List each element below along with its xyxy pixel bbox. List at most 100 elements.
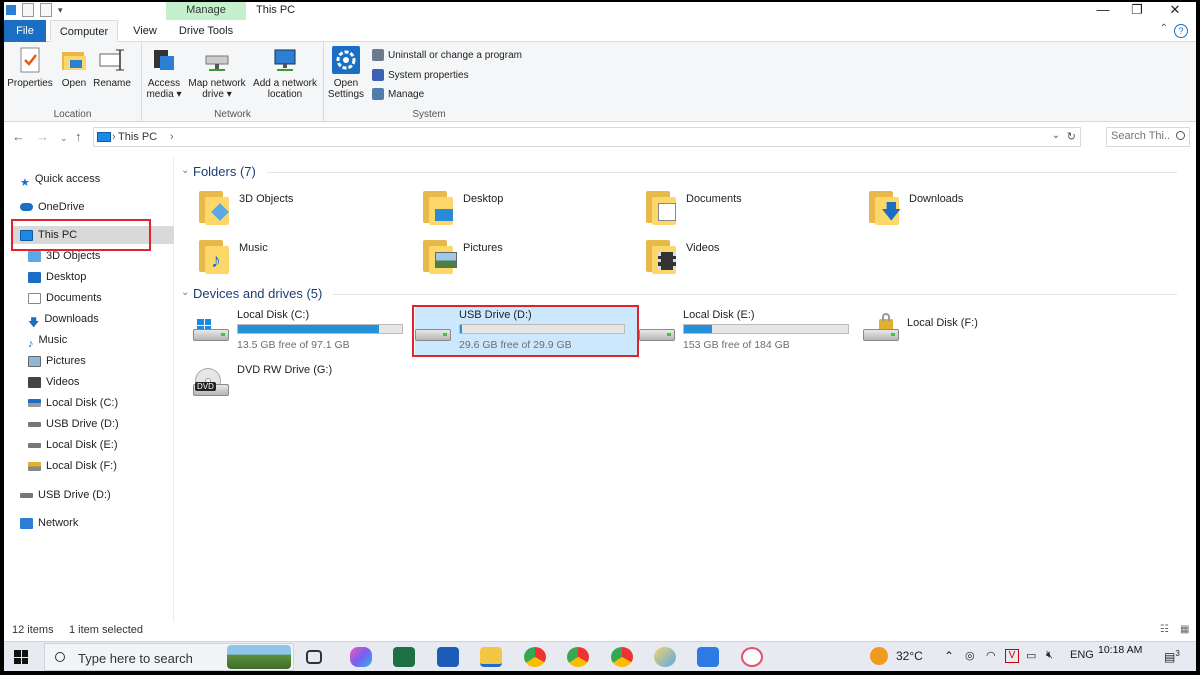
tab-computer[interactable]: Computer [50, 20, 118, 42]
tab-drive-tools[interactable]: Drive Tools [168, 20, 244, 42]
nav-local-disk-e[interactable]: Local Disk (E:) [28, 436, 118, 454]
rename-button[interactable]: Rename [92, 46, 132, 89]
word-icon[interactable] [437, 647, 459, 667]
nav-pictures[interactable]: Pictures [28, 352, 86, 370]
nav-local-disk-c[interactable]: Local Disk (C:) [28, 394, 118, 412]
drive-local-disk-e[interactable]: Local Disk (E:) 153 GB free of 184 GB [639, 307, 861, 355]
drive-dvd-g[interactable]: DVD DVD RW Drive (G:) [193, 362, 415, 410]
task-view-icon[interactable] [306, 650, 322, 664]
paint-icon[interactable] [654, 647, 676, 667]
nav-usb-drive-d[interactable]: USB Drive (D:) [28, 415, 119, 433]
folder-desktop[interactable]: Desktop [421, 187, 641, 231]
map-network-drive-button[interactable]: Map network drive ▾ [186, 46, 248, 100]
search-input[interactable] [1111, 130, 1171, 142]
search-icon[interactable] [1176, 131, 1185, 140]
properties-button[interactable]: Properties [6, 46, 54, 89]
chrome-profile-3-icon[interactable] [611, 647, 633, 667]
weather-temp[interactable]: 32°C [896, 649, 923, 663]
nav-local-disk-f[interactable]: Local Disk (F:) [28, 457, 117, 475]
selection-count: 1 item selected [69, 624, 143, 636]
drive-icon [28, 442, 41, 448]
folders-collapse-icon[interactable]: ⌄ [181, 165, 189, 176]
antivirus-icon[interactable]: V [1005, 649, 1019, 663]
address-bar[interactable]: › This PC › ⌄ ↻ [93, 127, 1081, 147]
drives-divider [333, 294, 1177, 295]
new-folder-qat-icon[interactable] [40, 3, 52, 17]
photos-icon[interactable] [697, 647, 719, 667]
manage-context-tab[interactable]: Manage [166, 2, 246, 20]
help-icon[interactable]: ? [1174, 24, 1188, 38]
nav-videos[interactable]: Videos [28, 373, 79, 391]
weather-icon[interactable] [870, 647, 888, 665]
large-icons-view-icon[interactable]: ▦ [1180, 624, 1189, 635]
show-hidden-icons-chevron-icon[interactable]: ⌃ [944, 649, 954, 663]
folder-3d-objects[interactable]: 3D Objects [197, 187, 417, 231]
recent-locations-chevron-icon[interactable]: ⌄ [60, 133, 68, 144]
drives-heading[interactable]: Devices and drives (5) [193, 286, 322, 301]
chrome-profile-1-icon[interactable] [524, 647, 546, 667]
drives-collapse-icon[interactable]: ⌄ [181, 287, 189, 298]
address-dropdown-icon[interactable]: ⌄ [1052, 130, 1060, 141]
windows-start-icon[interactable] [14, 650, 28, 664]
folder-documents[interactable]: Documents [644, 187, 864, 231]
chrome-profile-2-icon[interactable] [567, 647, 589, 667]
download-arrow-icon: 🡇 [28, 316, 40, 329]
restore-button[interactable]: ❐ [1120, 2, 1154, 20]
taskbar-search[interactable]: Type here to search [44, 643, 294, 671]
battery-icon[interactable]: ▭ [1026, 649, 1036, 662]
explorer-icon[interactable] [6, 5, 16, 15]
open-settings-button[interactable]: Open Settings [326, 46, 366, 100]
folder-music[interactable]: ♪ Music [197, 236, 417, 280]
search-box[interactable] [1106, 127, 1190, 147]
excel-icon[interactable] [393, 647, 415, 667]
breadcrumb-sep-icon[interactable]: › [170, 131, 174, 143]
breadcrumb-this-pc[interactable]: This PC [118, 131, 157, 143]
open-button[interactable]: Open [58, 46, 90, 89]
notifications-icon[interactable]: ▤3 [1164, 649, 1180, 664]
nav-music[interactable]: ♪ Music [28, 331, 67, 350]
back-arrow-icon[interactable]: ← [12, 129, 25, 144]
file-explorer-taskbar-icon[interactable] [480, 647, 502, 667]
details-view-icon[interactable]: ☷ [1160, 624, 1169, 635]
folder-downloads[interactable]: 🡇 Downloads [867, 187, 1087, 231]
collapse-ribbon-icon[interactable]: ⌃ [1160, 23, 1168, 34]
tab-view[interactable]: View [124, 20, 166, 42]
nav-3d-objects[interactable]: 3D Objects [28, 247, 100, 265]
tab-file[interactable]: File [4, 20, 46, 42]
properties-qat-icon[interactable] [22, 3, 34, 17]
nav-quick-access[interactable]: ★ Quick access [20, 170, 100, 189]
nav-desktop[interactable]: Desktop [28, 268, 86, 286]
volume-muted-icon[interactable]: 🔇︎ [1046, 649, 1053, 662]
close-button[interactable]: ✕ [1158, 2, 1192, 20]
copilot-icon[interactable] [350, 647, 372, 667]
access-media-button[interactable]: Access media ▾ [144, 46, 184, 100]
up-arrow-icon[interactable]: ↑ [75, 129, 82, 144]
language-indicator[interactable]: ENG [1070, 649, 1094, 661]
nav-usb-drive[interactable]: USB Drive (D:) [20, 486, 111, 504]
search-highlight-image [227, 645, 291, 669]
snipping-tool-icon[interactable] [741, 647, 763, 667]
add-network-location-button[interactable]: Add a network location [250, 46, 320, 100]
system-properties-button[interactable]: System properties [372, 69, 469, 81]
drive-local-disk-f[interactable]: Local Disk (F:) [863, 307, 1085, 355]
nav-downloads[interactable]: 🡇 Downloads [28, 310, 99, 329]
nav-documents[interactable]: Documents [28, 289, 102, 307]
folder-videos[interactable]: Videos [644, 236, 864, 280]
folder-pictures[interactable]: Pictures [421, 236, 641, 280]
uninstall-icon [372, 49, 384, 61]
uninstall-program-button[interactable]: Uninstall or change a program [372, 49, 522, 61]
camera-privacy-icon[interactable]: ◎ [965, 649, 975, 662]
star-icon: ★ [20, 176, 30, 189]
manage-button[interactable]: Manage [372, 88, 424, 100]
system-clock[interactable]: 10:18 AM [1098, 644, 1142, 656]
qat-dropdown-icon[interactable]: ▾ [58, 5, 63, 16]
nav-network[interactable]: Network [20, 514, 78, 532]
folders-heading[interactable]: Folders (7) [193, 164, 256, 179]
forward-arrow-icon[interactable]: → [36, 129, 49, 144]
navigation-bar: ← → ⌄ ↑ › This PC › ⌄ ↻ [4, 125, 1196, 151]
minimize-button[interactable]: — [1086, 2, 1120, 20]
drive-local-disk-c[interactable]: Local Disk (C:) 13.5 GB free of 97.1 GB [193, 307, 415, 355]
wifi-icon[interactable]: ◠ [986, 649, 996, 662]
nav-onedrive[interactable]: OneDrive [20, 198, 84, 216]
refresh-icon[interactable]: ↻ [1067, 130, 1076, 143]
